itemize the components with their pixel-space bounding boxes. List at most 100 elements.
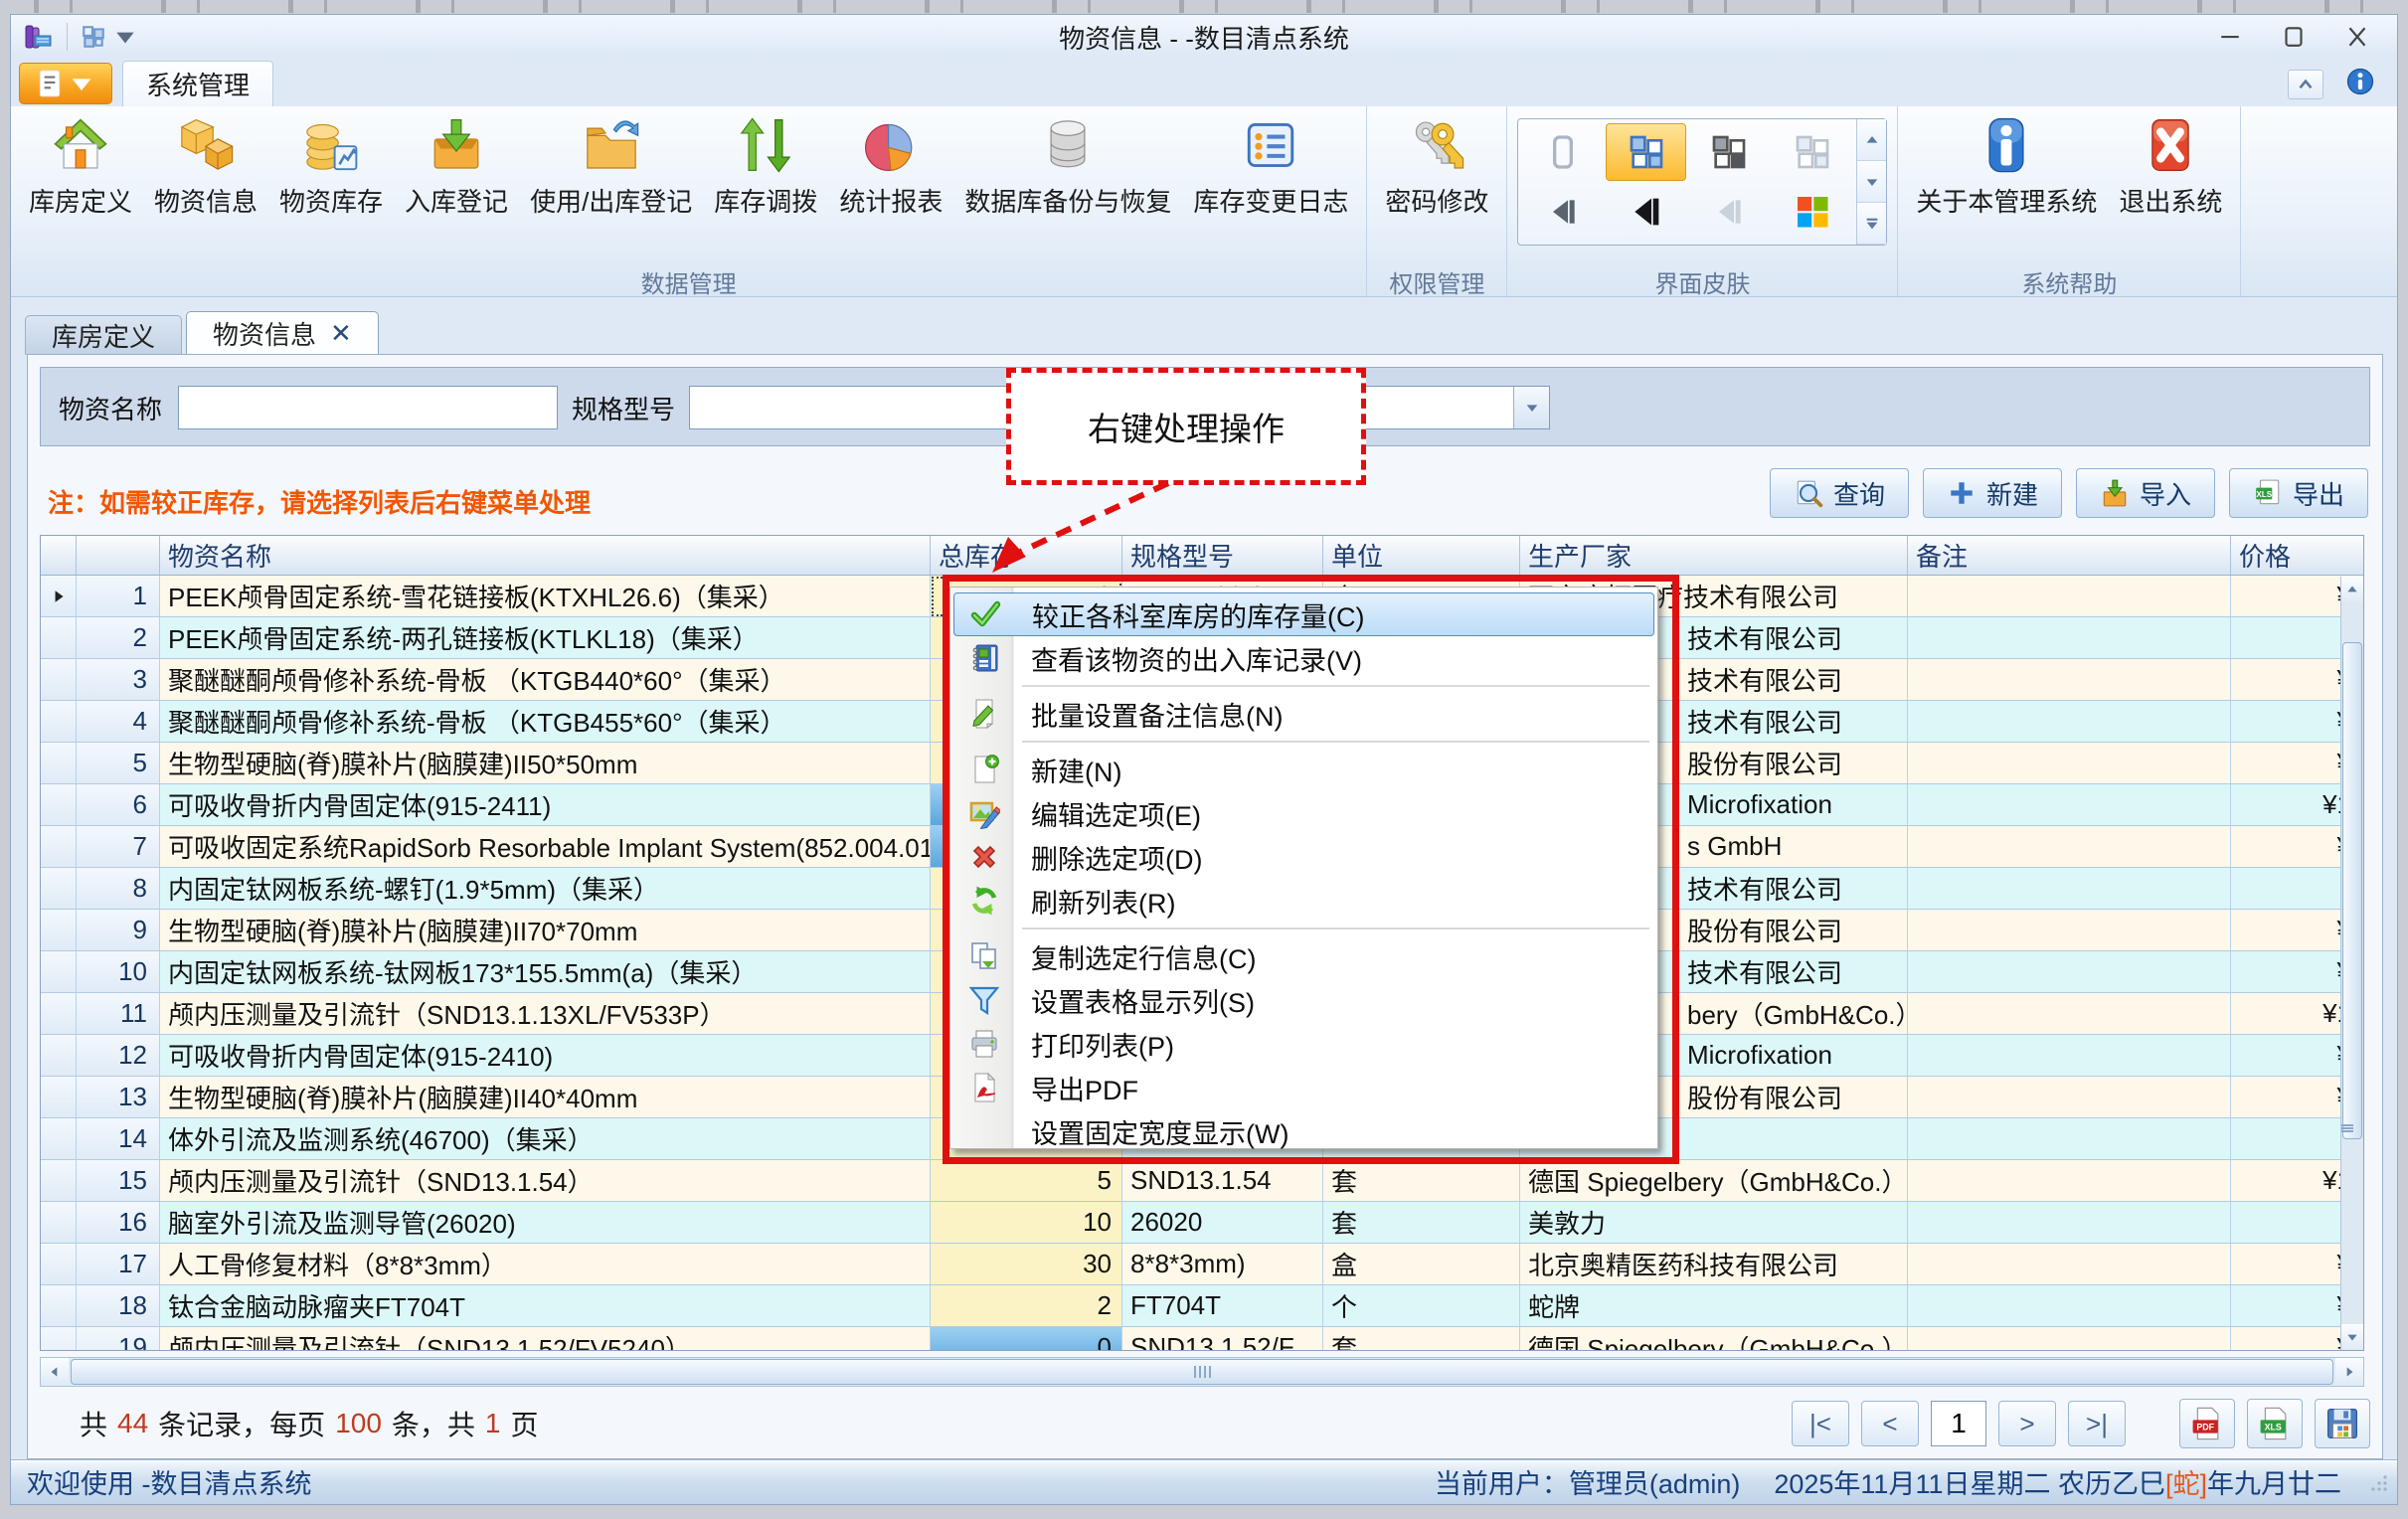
- ribbon-button-stock-log[interactable]: 库存变更日志: [1185, 110, 1356, 225]
- prev-page-button[interactable]: <: [1861, 1401, 1919, 1446]
- row-indicator: [41, 993, 77, 1035]
- export-pdf-button[interactable]: PDF: [2179, 1399, 2235, 1448]
- column-header-unit[interactable]: 单位: [1323, 536, 1520, 575]
- skin-thumbnail[interactable]: [1688, 123, 1770, 181]
- tab-material-info[interactable]: 物资信息 ✕: [186, 311, 379, 355]
- horizontal-scrollbar[interactable]: [40, 1357, 2364, 1387]
- context-menu-item[interactable]: 复制选定行信息(C): [953, 934, 1654, 978]
- next-page-button[interactable]: >: [1998, 1401, 2056, 1446]
- spec-dropdown-button[interactable]: [1513, 387, 1549, 428]
- tab-close-icon[interactable]: ✕: [330, 318, 352, 349]
- skin-thumbnail-selected[interactable]: [1606, 123, 1687, 181]
- cell-remark: [1908, 1244, 2231, 1285]
- gallery-scroll-down[interactable]: [1857, 161, 1886, 203]
- window-title: 物资信息 - -数目清点系统: [11, 15, 2397, 59]
- context-menu-item[interactable]: 导出PDF: [953, 1066, 1654, 1109]
- column-header-maker[interactable]: 生产厂家: [1520, 536, 1908, 575]
- context-menu-item[interactable]: 打印列表(P): [953, 1022, 1654, 1066]
- minimize-button[interactable]: [2198, 15, 2262, 59]
- menu-separator: [1022, 928, 1649, 929]
- cell-remark: [1908, 993, 2231, 1035]
- table-row[interactable]: 15颅内压测量及引流针（SND13.1.54）5SND13.1.54套德国 Sp…: [41, 1160, 2363, 1202]
- context-menu-item[interactable]: 批量设置备注信息(N): [953, 692, 1654, 736]
- context-menu-item-label: 导出PDF: [1015, 1069, 1138, 1107]
- scroll-right-button[interactable]: [2335, 1358, 2363, 1386]
- xls-icon: XLS: [2257, 1406, 2293, 1441]
- scroll-down-button[interactable]: [2341, 1324, 2363, 1350]
- resize-grip[interactable]: [2369, 1473, 2389, 1498]
- skin-thumbnail[interactable]: [1522, 183, 1604, 241]
- cell-material-name: 脑室外引流及监测导管(26020): [160, 1202, 931, 1244]
- table-row[interactable]: 17人工骨修复材料（8*8*3mm）308*8*3mm)盒北京奥精医药科技有限公…: [41, 1244, 2363, 1285]
- context-menu-item[interactable]: 查看该物资的出入库记录(V): [953, 636, 1654, 680]
- save-button[interactable]: [2315, 1399, 2370, 1448]
- gallery-scroll-up[interactable]: [1857, 119, 1886, 161]
- skin-gallery[interactable]: [1517, 118, 1887, 246]
- last-page-button[interactable]: >|: [2068, 1401, 2126, 1446]
- ribbon-button-transfer[interactable]: 库存调拨: [706, 110, 825, 225]
- context-menu-item[interactable]: 刷新列表(R): [953, 879, 1654, 923]
- scroll-left-button[interactable]: [41, 1358, 69, 1386]
- row-indicator: [41, 1160, 77, 1202]
- ribbon-button-db-backup[interactable]: 数据库备份与恢复: [956, 110, 1179, 225]
- context-menu-item[interactable]: 设置表格显示列(S): [953, 978, 1654, 1022]
- ribbon-button-warehouse-define[interactable]: 库房定义: [21, 110, 140, 225]
- tab-warehouse-define[interactable]: 库房定义: [25, 315, 182, 355]
- vertical-scroll-thumb[interactable]: [2342, 642, 2362, 1139]
- ribbon-button-outbound[interactable]: 使用/出库登记: [522, 110, 700, 225]
- table-row[interactable]: 18钛合金脑动脉瘤夹FT704T2FT704T个蛇牌¥: [41, 1285, 2363, 1327]
- ribbon-button-report[interactable]: 统计报表: [831, 110, 950, 225]
- spec-label: 规格型号: [572, 368, 675, 447]
- scroll-up-button[interactable]: [2341, 577, 2363, 602]
- page-number-input[interactable]: [1931, 1401, 1986, 1446]
- tab-system-management[interactable]: 系统管理: [122, 61, 273, 106]
- context-menu-item[interactable]: 较正各科室库房的库存量(C): [953, 592, 1654, 636]
- maximize-button[interactable]: [2262, 15, 2325, 59]
- context-menu-item[interactable]: 新建(N): [953, 748, 1654, 791]
- skin-thumbnail[interactable]: [1772, 123, 1853, 181]
- cell-unit: 套: [1323, 1160, 1520, 1202]
- document-tabs: 库房定义 物资信息 ✕: [25, 311, 379, 355]
- skin-thumbnail[interactable]: [1606, 183, 1687, 241]
- cell-spec: 26020: [1122, 1202, 1323, 1244]
- row-indicator: [41, 868, 77, 910]
- ribbon-button-about[interactable]: 关于本管理系统: [1908, 110, 2105, 225]
- column-header-price[interactable]: 价格: [2231, 536, 2363, 575]
- import-button[interactable]: 导入: [2076, 468, 2215, 518]
- skin-thumbnail[interactable]: [1772, 183, 1853, 241]
- welcome-text: 欢迎使用 -数目清点系统: [27, 1461, 312, 1501]
- context-menu-item[interactable]: 删除选定项(D): [953, 835, 1654, 879]
- export-button[interactable]: XLS导出: [2229, 468, 2368, 518]
- triangle-up-icon: [1864, 132, 1880, 148]
- column-header-name[interactable]: 物资名称: [160, 536, 931, 575]
- first-page-button[interactable]: |<: [1792, 1401, 1849, 1446]
- close-button[interactable]: [2325, 15, 2389, 59]
- ribbon-button-material-stock[interactable]: 物资库存: [271, 110, 391, 225]
- cell-row-number: 19: [77, 1327, 160, 1351]
- skin-thumbnail[interactable]: [1522, 123, 1604, 181]
- material-name-input[interactable]: [178, 386, 558, 429]
- query-button[interactable]: 查询: [1770, 468, 1909, 518]
- skin-thumbnail[interactable]: [1688, 183, 1770, 241]
- cell-spec: FT704T: [1122, 1285, 1323, 1327]
- context-menu-item[interactable]: 编辑选定项(E): [953, 791, 1654, 835]
- table-row[interactable]: 19颅内压测量及引流针（SND13.1.52/FV5240）0SND13.1.5…: [41, 1327, 2363, 1351]
- context-menu-item[interactable]: 设置固定宽度显示(W): [953, 1109, 1654, 1153]
- gallery-dropdown[interactable]: [1857, 203, 1886, 245]
- table-row[interactable]: 16脑室外引流及监测导管(26020)1026020套美敦力: [41, 1202, 2363, 1244]
- ribbon-button-material-info[interactable]: 物资信息: [146, 110, 265, 225]
- export-xls-button[interactable]: XLS: [2247, 1399, 2303, 1448]
- column-header-remark[interactable]: 备注: [1908, 536, 2231, 575]
- new-button[interactable]: 新建: [1923, 468, 2062, 518]
- ribbon-collapse-button[interactable]: [2288, 70, 2323, 99]
- help-button[interactable]: [2345, 67, 2375, 101]
- row-indicator: [41, 951, 77, 993]
- ribbon-button-inbound[interactable]: 入库登记: [397, 110, 516, 225]
- pdf-icon: [953, 1072, 1015, 1103]
- horizontal-scroll-thumb[interactable]: [71, 1359, 2333, 1385]
- application-menu-button[interactable]: [19, 63, 112, 104]
- ribbon-button-exit[interactable]: 退出系统: [2111, 110, 2230, 225]
- cell-row-number: 2: [77, 617, 160, 659]
- ribbon-button-password[interactable]: 密码修改: [1377, 110, 1496, 225]
- vertical-scrollbar[interactable]: [2340, 577, 2363, 1350]
